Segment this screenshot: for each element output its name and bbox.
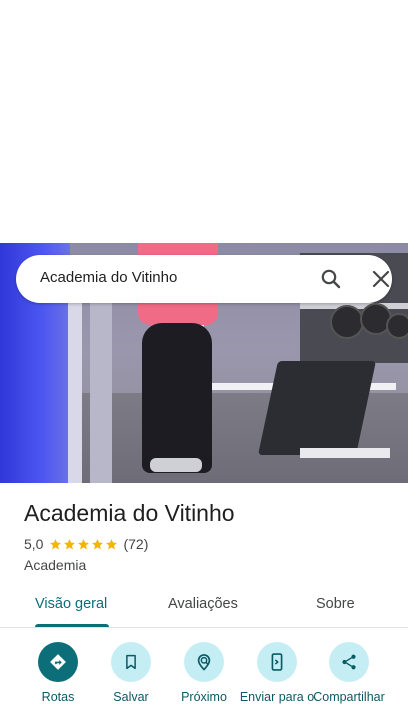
tab-about[interactable]: Sobre [316,596,355,612]
directions-icon [50,654,66,670]
map-area-blank [0,0,408,243]
place-tabs: Visão geral Avaliações Sobre [0,584,408,628]
nearby-circle[interactable] [184,642,224,682]
share-button[interactable]: Compartilhar [309,642,389,704]
send-circle[interactable] [257,642,297,682]
tab-reviews[interactable]: Avaliações [168,596,238,612]
send-to-phone-button[interactable]: Enviar para o [237,642,317,704]
star-icon [78,538,90,549]
save-button[interactable]: Salvar [91,642,171,704]
bookmark-icon [126,654,136,670]
rating-value: 5,0 [24,536,44,552]
send-to-phone-icon [271,653,283,671]
review-count[interactable]: (72) [123,536,148,552]
nearby-icon [197,654,211,671]
share-icon [342,654,356,670]
star-icon [50,538,62,549]
star-icon [64,538,76,549]
photo-plate [386,313,408,339]
nearby-button[interactable]: Próximo [164,642,244,704]
save-circle[interactable] [111,642,151,682]
directions-button[interactable]: Rotas [18,642,98,704]
share-circle[interactable] [329,642,369,682]
share-label: Compartilhar [313,690,385,704]
photo-plate [330,305,364,339]
close-icon[interactable] [369,267,393,291]
nearby-label: Próximo [181,690,227,704]
photo-frame [90,298,112,483]
search-query[interactable]: Academia do Vitinho [40,269,177,286]
tab-active-indicator [35,624,109,627]
place-category: Academia [24,557,87,573]
search-icon[interactable] [319,267,343,291]
photo-person [142,323,212,473]
photo-bench-leg [300,448,390,458]
rating-stars [49,538,118,551]
place-title: Academia do Vitinho [24,500,235,526]
photo-pillar [68,283,82,483]
save-label: Salvar [113,690,149,704]
search-bar[interactable]: Academia do Vitinho [16,255,392,303]
send-label: Enviar para o [239,690,315,704]
rating-row[interactable]: 5,0 (72) [24,536,148,552]
directions-circle[interactable] [38,642,78,682]
photo-person [150,458,202,472]
tab-overview[interactable]: Visão geral [35,596,107,612]
directions-label: Rotas [41,690,75,704]
star-icon [92,538,104,549]
star-icon [106,538,118,549]
photo-bench [258,361,376,455]
